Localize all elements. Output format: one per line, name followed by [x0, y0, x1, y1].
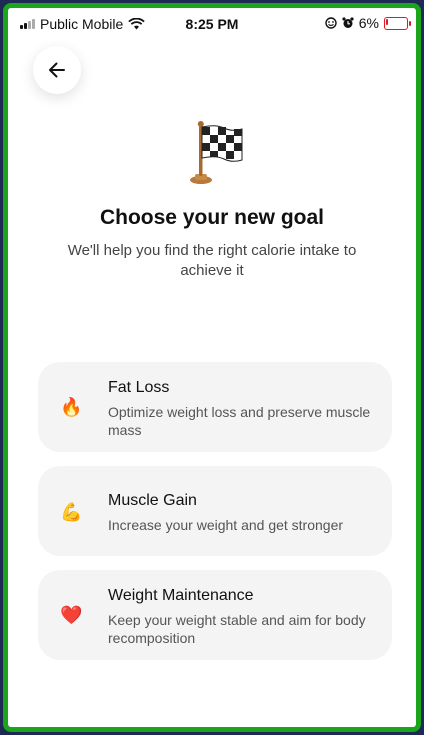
chequered-flag-icon: [190, 121, 243, 184]
screen: Public Mobile 8:25 PM 6% Choose your new…: [3, 3, 421, 732]
goal-title: Fat Loss: [108, 379, 170, 396]
goal-card-weight-maintenance[interactable]: ❤️ Weight Maintenance Keep your weight s…: [38, 570, 392, 660]
goal-description: Increase your weight and get stronger: [108, 517, 344, 533]
fire-icon: 🔥: [60, 397, 83, 417]
screen-mirroring-icon: [325, 17, 337, 29]
status-bar: Public Mobile 8:25 PM 6%: [8, 8, 416, 40]
heart-icon: ❤️: [60, 605, 83, 625]
goal-title: Weight Maintenance: [108, 587, 254, 604]
goal-title: Muscle Gain: [108, 492, 197, 509]
back-button[interactable]: [33, 46, 81, 94]
status-right: 6%: [325, 15, 411, 31]
goal-description: Optimize weight loss and preserve muscle…: [108, 404, 371, 438]
page-subtitle: We'll help you find the right calorie in…: [67, 242, 357, 279]
goal-description: Keep your weight stable and aim for body…: [108, 612, 366, 646]
battery-icon: [384, 16, 411, 30]
page-title: Choose your new goal: [99, 206, 325, 229]
goal-card-fat-loss[interactable]: 🔥 Fat Loss Optimize weight loss and pres…: [38, 362, 392, 452]
alarm-icon: [342, 17, 354, 28]
flexed-biceps-icon: 💪: [60, 502, 83, 522]
battery-percent: 6%: [358, 15, 379, 31]
device-frame: Public Mobile 8:25 PM 6% Choose your new…: [0, 0, 424, 735]
goal-card-muscle-gain[interactable]: 💪 Muscle Gain Increase your weight and g…: [38, 466, 392, 556]
arrow-left-icon: [49, 62, 65, 78]
